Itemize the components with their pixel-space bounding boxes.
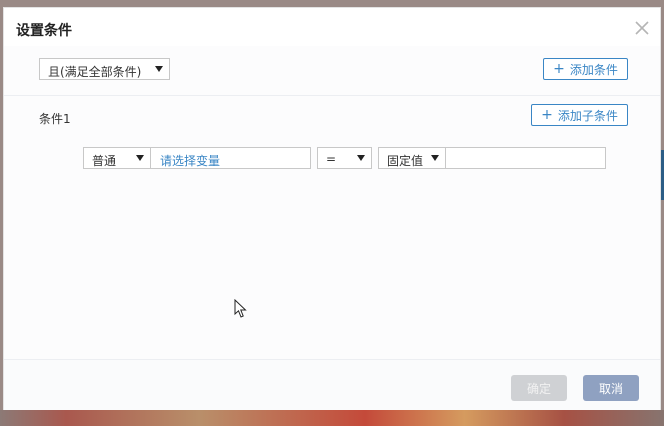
chevron-down-icon [431, 155, 439, 161]
value-type-select[interactable]: 固定值 [378, 147, 446, 169]
mouse-pointer-icon [234, 298, 248, 322]
logic-select[interactable]: 且(满足全部条件) [39, 58, 170, 80]
dialog-header: 设置条件 [4, 8, 660, 47]
condition-type-select[interactable]: 普通 [83, 147, 151, 169]
chevron-down-icon [136, 155, 144, 161]
logic-select-value: 且(满足全部条件) [48, 65, 142, 79]
add-sub-condition-button[interactable]: + 添加子条件 [531, 104, 628, 126]
condition-area: 条件1 + 添加子条件 普通 请选择变量 = 固定值 [4, 96, 660, 359]
dialog-footer: 确定 取消 [4, 359, 660, 410]
set-condition-dialog: 设置条件 且(满足全部条件) + 添加条件 条件1 + 添加子条件 普通 请选择… [3, 7, 661, 410]
confirm-button[interactable]: 确定 [511, 375, 567, 401]
plus-icon: + [553, 61, 565, 77]
value-input[interactable] [445, 147, 606, 169]
background-image-strip [0, 410, 664, 426]
condition-label: 条件1 [39, 112, 71, 126]
condition-type-value: 普通 [92, 154, 117, 168]
add-condition-button[interactable]: + 添加条件 [543, 58, 628, 80]
dialog-title: 设置条件 [16, 23, 72, 39]
chevron-down-icon [357, 155, 365, 161]
add-sub-condition-label: 添加子条件 [557, 108, 618, 123]
logic-bar: 且(满足全部条件) + 添加条件 [4, 46, 660, 96]
close-icon[interactable] [634, 20, 650, 36]
plus-icon: + [541, 107, 553, 123]
operator-select[interactable]: = [317, 147, 372, 169]
operator-select-value: = [326, 152, 337, 166]
variable-input[interactable]: 请选择变量 [150, 147, 311, 169]
cancel-button[interactable]: 取消 [583, 375, 639, 401]
chevron-down-icon [155, 66, 163, 72]
value-type-value: 固定值 [387, 154, 424, 168]
variable-input-placeholder: 请选择变量 [160, 154, 221, 168]
add-condition-label: 添加条件 [569, 62, 618, 77]
